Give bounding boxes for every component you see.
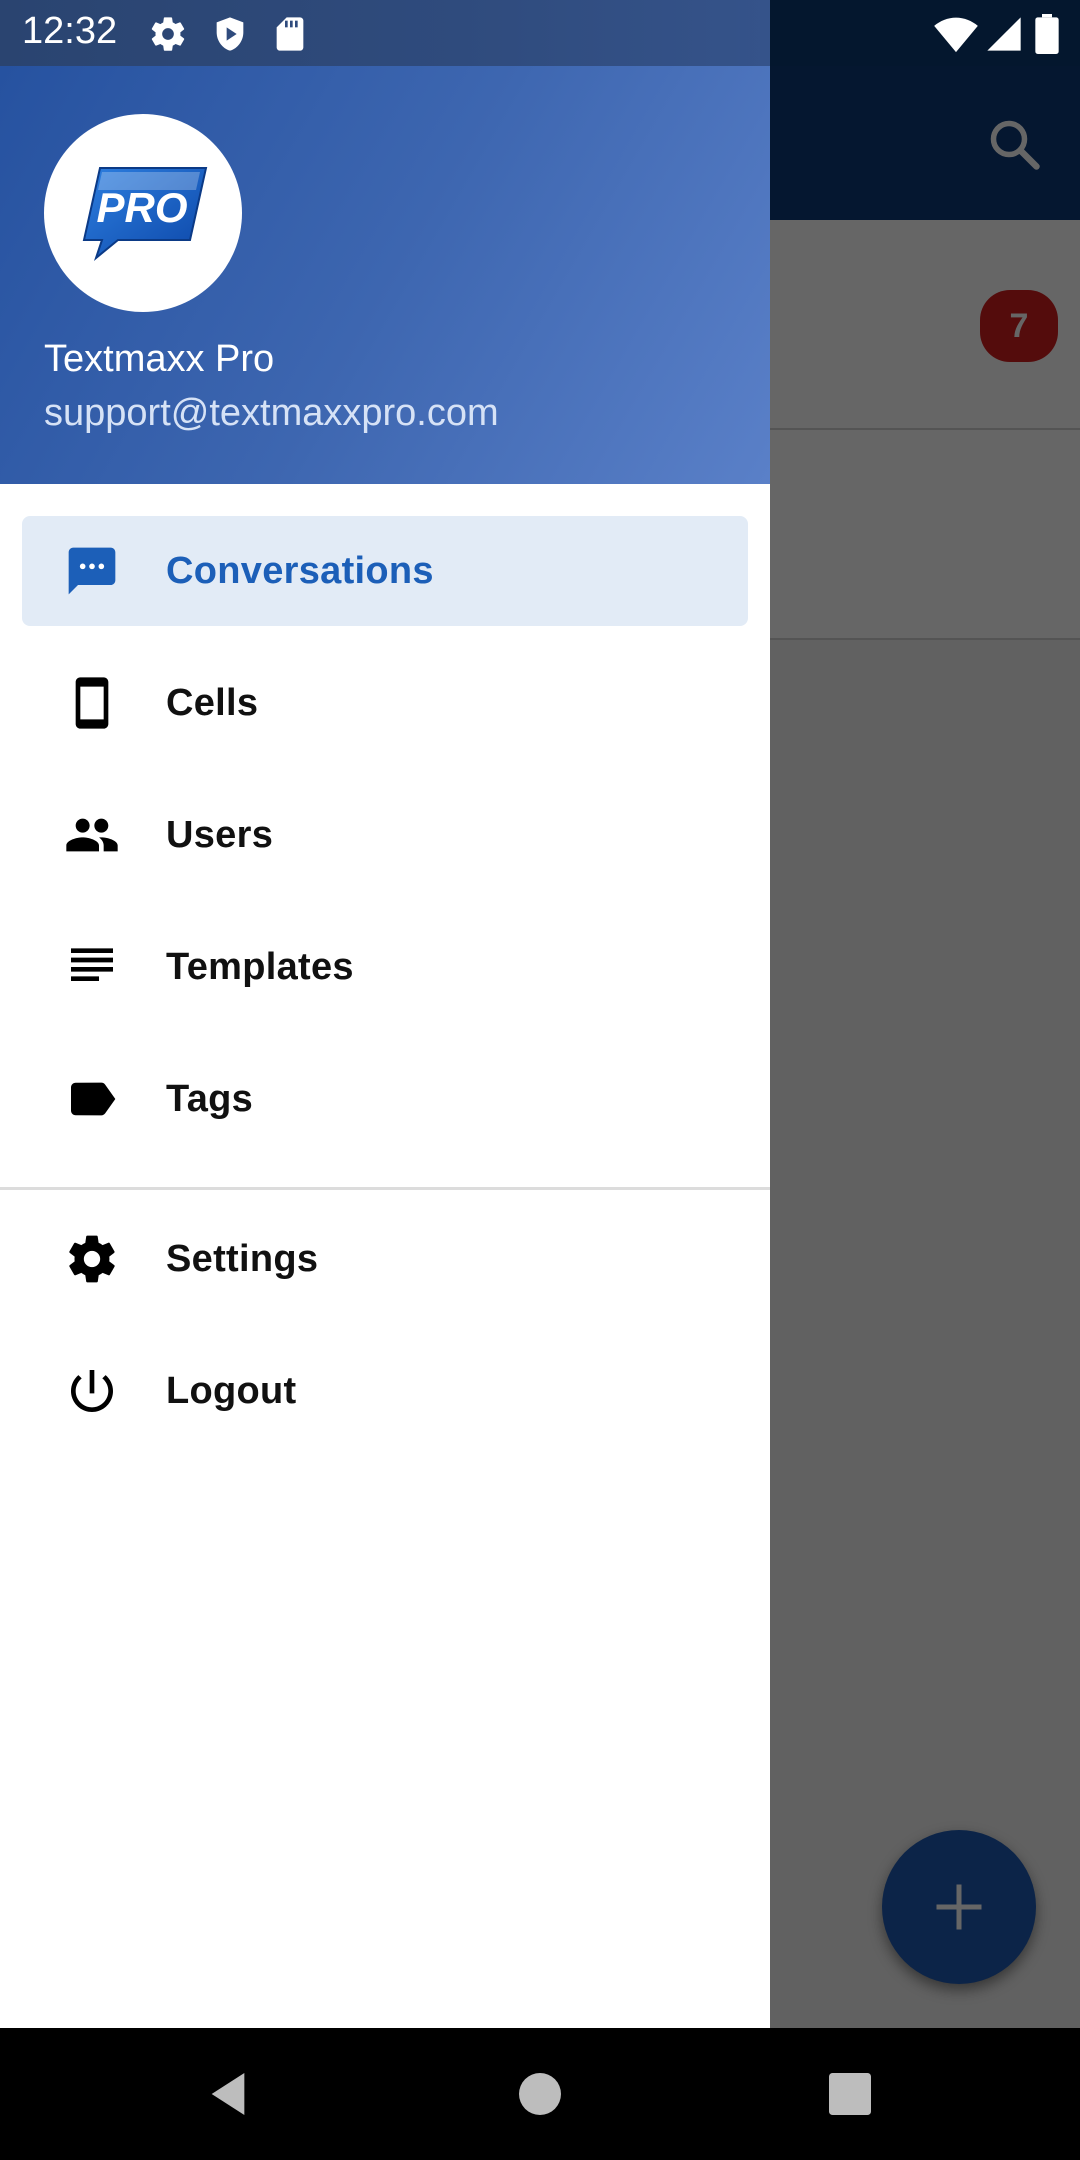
drawer-item-label: Tags <box>166 1078 254 1120</box>
recents-icon[interactable] <box>822 2066 878 2122</box>
drawer-item-label: Conversations <box>166 550 434 592</box>
avatar: PRO <box>44 114 242 312</box>
status-bar: 12:32 <box>0 0 1080 66</box>
status-time: 12:32 <box>22 10 118 52</box>
gear-icon <box>64 1231 120 1287</box>
navigation-drawer: PRO Textmaxx Pro support@textmaxxpro.com… <box>0 0 770 2028</box>
wifi-icon <box>934 14 978 59</box>
drawer-item-label: Cells <box>166 682 259 724</box>
shield-icon <box>210 14 250 59</box>
drawer-item-cells[interactable]: Cells <box>22 648 748 758</box>
chat-icon <box>64 543 120 599</box>
back-icon[interactable] <box>200 2066 256 2122</box>
tag-icon <box>64 1071 120 1127</box>
account-name: Textmaxx Pro <box>44 338 275 380</box>
sd-card-icon <box>270 14 310 59</box>
drawer-item-templates[interactable]: Templates <box>22 912 748 1022</box>
drawer-item-label: Logout <box>166 1370 297 1412</box>
pro-logo-icon: PRO <box>82 167 208 261</box>
drawer-item-label: Settings <box>166 1238 319 1280</box>
gear-icon <box>148 14 188 59</box>
account-email: support@textmaxxpro.com <box>44 392 499 434</box>
drawer-item-logout[interactable]: Logout <box>22 1336 748 1446</box>
drawer-item-tags[interactable]: Tags <box>22 1044 748 1154</box>
drawer-item-label: Templates <box>166 946 354 988</box>
system-nav-bar <box>0 2028 1080 2160</box>
phone-icon <box>64 675 120 731</box>
drawer-item-users[interactable]: Users <box>22 780 748 890</box>
users-icon <box>64 807 120 863</box>
battery-icon <box>1034 14 1060 59</box>
drawer-divider <box>0 1187 770 1190</box>
drawer-item-settings[interactable]: Settings <box>22 1204 748 1314</box>
templates-icon <box>64 939 120 995</box>
drawer-item-conversations[interactable]: Conversations <box>22 516 748 626</box>
drawer-item-label: Users <box>166 814 274 856</box>
drawer-header: PRO Textmaxx Pro support@textmaxxpro.com <box>0 66 770 484</box>
signal-icon <box>984 14 1024 59</box>
svg-text:PRO: PRO <box>96 184 187 231</box>
home-icon[interactable] <box>512 2066 568 2122</box>
power-icon <box>64 1363 120 1419</box>
